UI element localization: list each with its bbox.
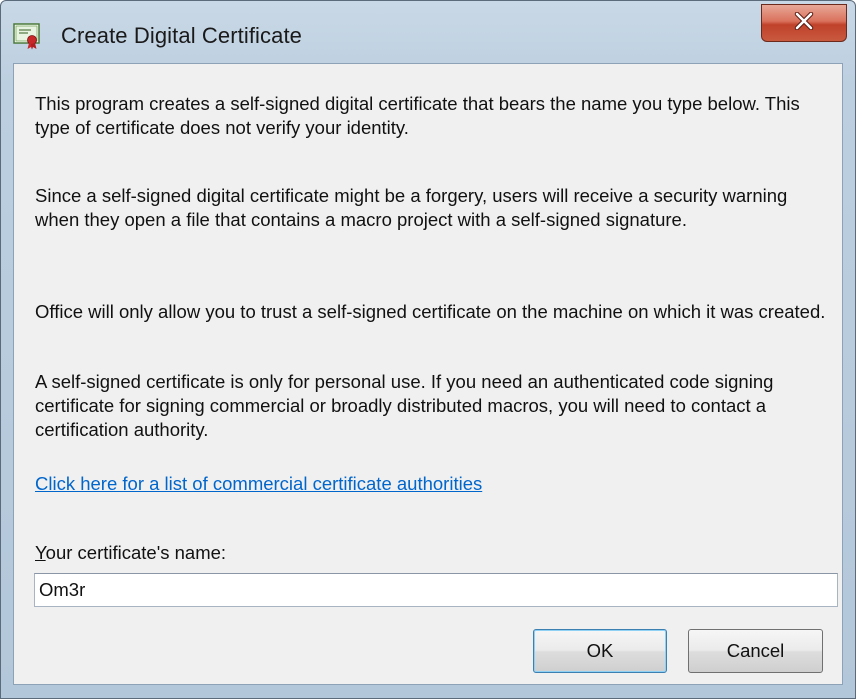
dialog-window: Create Digital Certificate This program … [0, 0, 856, 699]
window-title: Create Digital Certificate [61, 23, 303, 48]
certificate-name-label-rest: our certificate's name: [45, 542, 227, 563]
certificate-icon [13, 22, 41, 50]
trust-machine-paragraph: Office will only allow you to trust a se… [35, 301, 826, 322]
close-button[interactable] [761, 4, 847, 42]
intro-paragraph: This program creates a self-signed digit… [35, 93, 800, 138]
certificate-name-label: Your certificate's name: [35, 542, 227, 563]
forgery-warning-paragraph: Since a self-signed digital certificate … [35, 185, 788, 230]
cancel-button[interactable]: Cancel [688, 629, 823, 673]
close-x-icon [794, 11, 814, 35]
ok-button[interactable]: OK [533, 629, 667, 673]
certificate-authorities-link[interactable]: Click here for a list of commercial cert… [35, 473, 482, 495]
dialog-body: This program creates a self-signed digit… [13, 63, 843, 685]
personal-use-paragraph: A self-signed certificate is only for pe… [35, 371, 774, 440]
certificate-name-input[interactable] [34, 573, 838, 607]
title-bar[interactable]: Create Digital Certificate [1, 1, 855, 61]
